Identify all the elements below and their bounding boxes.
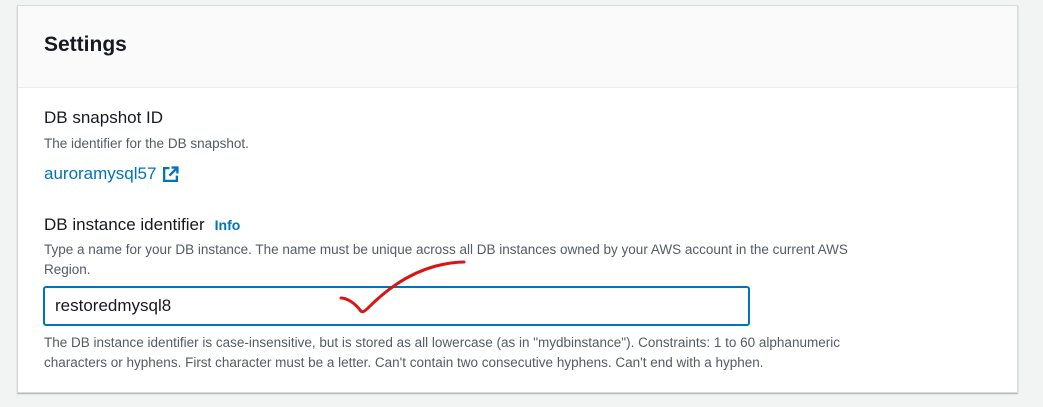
- settings-panel: Settings DB snapshot ID The identifier f…: [17, 5, 1018, 393]
- settings-title: Settings: [44, 33, 127, 56]
- info-link[interactable]: Info: [215, 217, 241, 233]
- constraints-line1: The DB instance identifier is case-insen…: [44, 335, 840, 350]
- instance-identifier-label: DB instance identifier: [44, 215, 205, 234]
- snapshot-id-value[interactable]: auroramysql57: [44, 164, 156, 184]
- constraints-line2: characters or hyphens. First character m…: [44, 355, 764, 370]
- instance-identifier-description-line1: Type a name for your DB instance. The na…: [44, 242, 848, 257]
- snapshot-id-label: DB snapshot ID: [44, 108, 164, 127]
- snapshot-id-description: The identifier for the DB snapshot.: [44, 136, 249, 151]
- snapshot-id-link[interactable]: auroramysql57: [44, 164, 180, 184]
- instance-identifier-description-line2: Region.: [44, 262, 91, 277]
- instance-identifier-label-row: DB instance identifier Info: [44, 215, 240, 235]
- instance-identifier-description: Type a name for your DB instance. The na…: [44, 240, 984, 280]
- settings-header: Settings: [18, 6, 1017, 88]
- instance-identifier-input[interactable]: [43, 286, 750, 326]
- instance-identifier-constraints: The DB instance identifier is case-insen…: [44, 333, 964, 373]
- external-link-icon[interactable]: [162, 165, 180, 183]
